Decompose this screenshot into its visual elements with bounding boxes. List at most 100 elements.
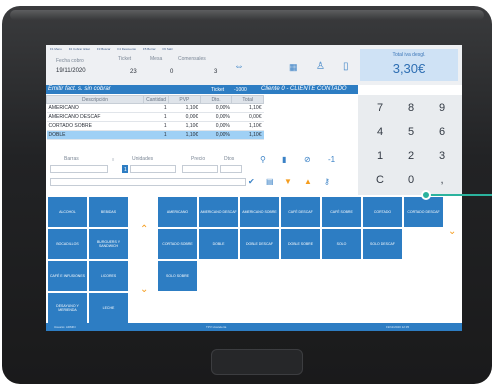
row-cant: 1 [143,130,169,140]
row-desc: CORTADO SOBRE [46,121,144,131]
product-tile[interactable]: SOLO [322,229,361,259]
product-tile[interactable]: CAFÉ SOBRE [322,197,361,227]
key-8[interactable]: 8 [395,97,427,119]
product-tile[interactable]: SOLO SOBRE [158,261,197,291]
minus-one-button[interactable]: -1 [328,156,335,164]
family-tile[interactable]: LECHE [89,293,128,323]
code-label: ≡ [112,157,115,162]
callout-line [430,194,492,196]
dtos-input[interactable] [220,165,242,173]
product-tile[interactable]: AMERICANO DESCAF [199,197,238,227]
status-app: TPV Hostelería [206,325,227,329]
search-icon[interactable]: ⚲ [260,156,266,164]
key-2[interactable]: 2 [395,145,427,167]
menu-item[interactable]: F3 Buscar [97,47,111,51]
key-1[interactable]: 1 [364,145,396,167]
menu-bar: F1 Menu F2 Cobrar ticket F3 Buscar F4 De… [50,47,179,53]
arrow-down-icon[interactable]: ▼ [284,178,292,186]
calculator-icon[interactable]: ▦ [289,62,298,72]
total-value: 3,30€ [392,61,426,76]
print-icon[interactable]: ▤ [266,178,274,186]
status-datetime: 19/11/2020 12:35 [386,325,410,329]
mesa-value[interactable]: 0 [170,69,173,75]
families-scroll-down-icon[interactable]: ⌄ [140,285,148,295]
key-comma[interactable]: , [426,169,458,191]
family-tile[interactable]: BEBIDAS [89,197,128,227]
menu-item[interactable]: F2 Cobrar ticket [69,47,90,51]
delete-icon[interactable]: ▮ [282,156,286,164]
document-icon[interactable]: ▯ [343,62,349,72]
row-cant: 1 [143,112,169,122]
product-tile[interactable]: CORTADO [363,197,402,227]
product-tile[interactable]: AMERICANO [158,197,197,227]
family-tile[interactable]: BOCADILLOS [48,229,87,259]
key-4[interactable]: 4 [364,121,396,143]
expand-icon[interactable]: ⇔ [234,62,244,72]
unidades-input[interactable]: 1 [122,165,128,173]
pos-screen: F1 Menu F2 Cobrar ticket F3 Buscar F4 De… [46,45,462,331]
fecha-value: 19/11/2020 [56,68,86,74]
key-5[interactable]: 5 [395,121,427,143]
family-tile[interactable]: DESAYUNO Y MERIENDA [48,293,87,323]
row-cant: 1 [143,103,169,113]
menu-item[interactable]: F1 Menu [50,47,62,51]
row-total: 1,10€ [231,121,264,131]
table-row[interactable]: AMERICANO DESCAF 1 0,00€ 0,00% 0,00€ [46,112,264,122]
product-tile[interactable]: DOBLE [199,229,238,259]
family-tile[interactable]: LICORES [89,261,128,291]
ticket-title-bar: Emitir fact. s. sin cobrar Ticket -1000 … [46,85,358,94]
row-dto: 0,00% [200,103,232,113]
row-pvp: 1,10€ [168,121,201,131]
row-cant: 1 [143,121,169,131]
mesa-label: Mesa [150,56,163,62]
table-row[interactable]: CORTADO SOBRE 1 1,10€ 0,00% 1,10€ [46,121,264,131]
key-icon[interactable]: ⚷ [324,178,330,186]
menu-item[interactable]: F5 Borrar [143,47,156,51]
title-ticket: Ticket [211,87,225,93]
numeric-keypad: 7 8 9 4 5 6 1 2 3 C 0 , [358,95,462,195]
table-row[interactable]: AMERICANO 1 1,10€ 0,00% 1,10€ [46,103,264,113]
row-total: 1,10€ [231,103,264,113]
key-7[interactable]: 7 [364,97,396,119]
menu-item[interactable]: F6 Salir [162,47,172,51]
title-number: -1000 [234,87,247,93]
comensales-label: Comensales [178,56,206,62]
title-left: Emitir fact. s. sin cobrar [48,86,111,92]
search-bar[interactable] [50,178,246,186]
product-tile[interactable]: AMERICANO SOBRE [240,197,279,227]
header-area: F1 Menu F2 Cobrar ticket F3 Buscar F4 De… [46,45,462,85]
table-row-selected[interactable]: DOBLE 1 1,10€ 0,00% 1,10€ [46,130,264,140]
product-tile[interactable]: CORTADO SOBRE [158,229,197,259]
comensales-value[interactable]: 3 [214,69,217,75]
product-tile[interactable]: CAFÉ DESCAF [281,197,320,227]
family-tile[interactable]: BURGUERS Y SANDWICH [89,229,128,259]
precio-label: Precio [191,156,206,162]
menu-item[interactable]: F4 Descuento [117,47,136,51]
row-total: 1,10€ [231,130,264,140]
product-tile[interactable]: DOBLE DESCAF [240,229,279,259]
product-tile[interactable]: CORTADO DESCAF [404,197,443,227]
ticket-value: 23 [130,69,137,75]
barras-input[interactable] [50,165,108,173]
precio-input[interactable] [182,165,218,173]
arrow-up-icon[interactable]: ▲ [304,178,312,186]
percent-icon[interactable]: ⊘ [304,156,311,164]
family-tile[interactable]: ALCOHOL [48,197,87,227]
title-client[interactable]: Cliente 0 - CLIENTE CONTADO [261,86,347,92]
family-tile[interactable]: CAFÉ E INFUSIONES [48,261,87,291]
product-tile[interactable]: SOLO DESCAF [363,229,402,259]
key-3[interactable]: 3 [426,145,458,167]
ticket-label: Ticket [118,56,132,62]
unidades-field[interactable] [130,165,176,173]
products-scroll-down-icon[interactable]: ⌄ [448,227,456,237]
families-scroll-up-icon[interactable]: ⌃ [140,225,148,235]
col-descripcion: Descripción [46,95,145,104]
product-tile[interactable]: DOBLE SOBRE [281,229,320,259]
key-0[interactable]: 0 [395,169,427,191]
key-clear[interactable]: C [364,169,396,191]
row-desc: AMERICANO [46,103,144,113]
user-icon[interactable]: ♙ [316,62,325,72]
check-icon[interactable]: ✔ [248,178,255,186]
key-6[interactable]: 6 [426,121,458,143]
key-9[interactable]: 9 [426,97,458,119]
